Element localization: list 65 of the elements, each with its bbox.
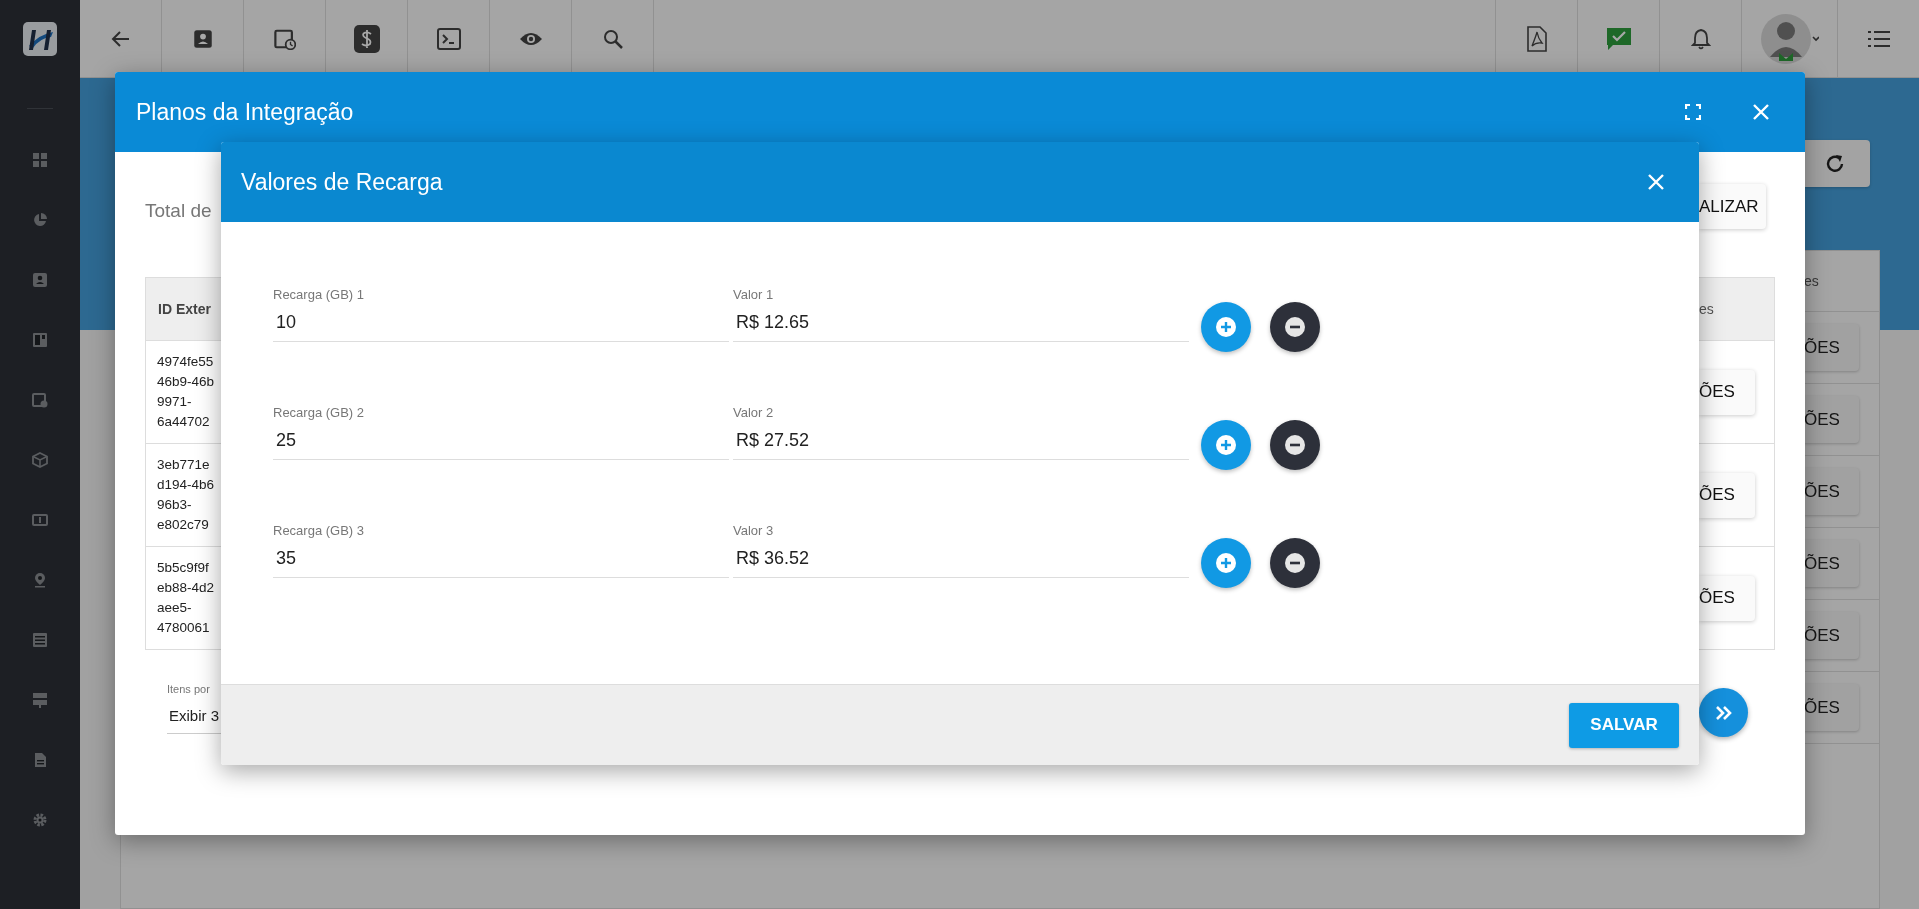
add-button[interactable] [1201,302,1251,352]
box-icon[interactable] [32,452,48,468]
dialog-title: Planos da Integração [136,98,355,126]
add-button[interactable] [1201,420,1251,470]
money-icon[interactable] [32,512,48,528]
add-button[interactable] [1201,538,1251,588]
settings-icon[interactable] [32,812,48,828]
row-action-button[interactable]: ÕES [1804,396,1859,443]
row-action-button[interactable]: ÕES [1699,575,1755,621]
table-cell-text: 5b5c9f9f eb88-4d2 aee5- 4780061 [157,559,215,637]
items-per-page-label: Itens por [167,683,211,695]
row-action-button[interactable]: ÕES [1804,684,1859,731]
dollar-icon[interactable] [353,24,380,53]
next-page-button[interactable] [1699,688,1748,737]
input-field[interactable]: Recarga (GB) 1 10 [273,287,729,342]
plus-icon [1216,317,1236,337]
pie-chart-icon[interactable] [32,212,48,228]
column-header: es [1699,301,1714,317]
pdf-file-icon[interactable] [1526,25,1547,52]
table-cell-text: 4974fe55 46b9-46b 9971- 6a44702 [157,353,215,431]
location-pin-icon[interactable] [32,572,48,588]
table-cell-text: 3eb771e d194-4b6 96b3- e802c79 [157,456,215,534]
close-icon[interactable] [1753,104,1769,120]
dashboard-icon[interactable] [32,152,48,168]
server-icon[interactable] [32,692,48,708]
list-icon[interactable] [32,632,48,648]
row-action-button[interactable]: ÕES [1804,324,1859,371]
remove-button[interactable] [1270,420,1320,470]
dialog-title: Valores de Recarga [241,168,444,196]
document-icon[interactable] [32,752,48,768]
row-action-button[interactable]: ÕES [1699,472,1755,518]
fullscreen-icon[interactable] [1685,104,1701,120]
eye-icon[interactable] [518,30,543,47]
contact-card-icon[interactable] [32,272,48,288]
chat-check-icon[interactable] [1605,26,1632,51]
board-icon[interactable] [32,332,48,348]
bell-icon[interactable] [1690,27,1711,50]
column-header: ID Exter [158,301,211,317]
row-action-button[interactable]: ÕES [1699,369,1755,415]
row-action-button[interactable]: ÕES [1804,612,1859,659]
plus-icon [1216,553,1236,573]
refresh-icon [1824,152,1846,175]
remove-button[interactable] [1270,538,1320,588]
search-icon[interactable] [602,28,623,49]
minus-icon [1285,435,1305,455]
row-action-button[interactable]: ÕES [1804,540,1859,587]
input-field[interactable]: Valor 3 R$ 36.52 [733,523,1189,578]
total-label: Total de [145,199,212,222]
terminal-icon[interactable] [436,27,461,50]
update-button[interactable]: ALIZAR [1699,184,1766,229]
plus-icon [1216,435,1236,455]
input-field[interactable]: Recarga (GB) 3 35 [273,523,729,578]
row-action-button[interactable]: ÕES [1804,468,1859,515]
close-icon[interactable] [1648,174,1664,190]
input-field[interactable]: Valor 2 R$ 27.52 [733,405,1189,460]
column-header: es [1804,273,1819,289]
double-chevron-icon [1714,704,1733,721]
minus-icon [1285,317,1305,337]
logo-icon[interactable] [23,22,57,56]
input-field[interactable]: Recarga (GB) 2 25 [273,405,729,460]
remove-button[interactable] [1270,302,1320,352]
contact-card-icon[interactable] [192,28,213,49]
input-field[interactable]: Valor 1 R$ 12.65 [733,287,1189,342]
menu-icon[interactable] [1867,29,1890,48]
minus-icon [1285,553,1305,573]
